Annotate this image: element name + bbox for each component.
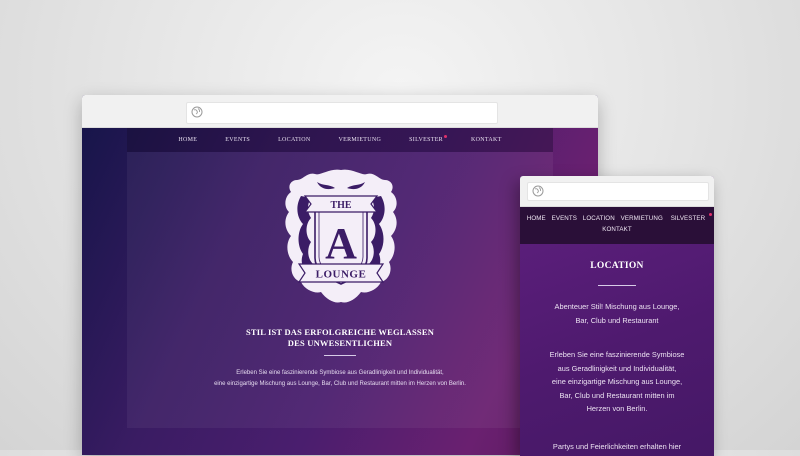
desktop-address-bar[interactable] xyxy=(186,102,498,124)
intro-line-1: Erleben Sie eine faszinierende Symbiose … xyxy=(236,370,444,376)
para2-line-1: Erleben Sie eine faszinierende Symbiose xyxy=(549,350,685,359)
mobile-paragraph-3: Partys und Feierlichkeiten erhalten hier xyxy=(534,440,700,454)
mobile-nav-item-vermietung[interactable]: VERMIETUNG xyxy=(621,215,663,222)
mobile-paragraph-2: Erleben Sie eine faszinierende Symbiose … xyxy=(534,348,700,416)
title-divider xyxy=(598,285,636,286)
mobile-nav-item-events[interactable]: EVENTS xyxy=(552,215,577,222)
globe-icon xyxy=(191,106,203,118)
intro-line-2: eine einzigartige Mischung aus Lounge, B… xyxy=(214,381,466,387)
mobile-nav-row-1: HOME EVENTS LOCATION VERMIETUNG SILVESTE… xyxy=(520,213,714,222)
logo-top-word: THE xyxy=(330,200,351,211)
mobile-main-nav: HOME EVENTS LOCATION VERMIETUNG SILVESTE… xyxy=(520,207,714,244)
crest-logo: THE A LOUNGE xyxy=(285,169,397,303)
tagline-divider xyxy=(324,355,356,356)
nav-item-vermietung[interactable]: VERMIETUNG xyxy=(338,137,381,143)
mobile-address-bar[interactable] xyxy=(527,182,709,201)
mobile-nav-item-kontakt[interactable]: KONTAKT xyxy=(602,226,631,233)
tagline-line-1: STIL IST DAS ERFOLGREICHE WEGLASSEN xyxy=(245,327,435,337)
mobile-page: LOCATION Abenteuer Stil! Mischung aus Lo… xyxy=(520,244,714,456)
hero-intro-text: Erleben Sie eine faszinierende Symbiose … xyxy=(172,368,508,390)
mobile-paragraph-1: Abenteuer Stil! Mischung aus Lounge, Bar… xyxy=(534,300,700,327)
para2-line-5: Herzen von Berlin. xyxy=(586,404,648,413)
mobile-browser-mockup: HOME EVENTS LOCATION VERMIETUNG SILVESTE… xyxy=(520,176,714,456)
desktop-browser-toolbar xyxy=(82,95,598,128)
nav-item-home[interactable]: HOME xyxy=(178,137,197,143)
nav-item-events[interactable]: EVENTS xyxy=(225,137,250,143)
para2-line-4: Bar, Club und Restaurant mitten im xyxy=(559,390,675,400)
mobile-nav-item-home[interactable]: HOME xyxy=(527,215,546,222)
nav-item-kontakt[interactable]: KONTAKT xyxy=(471,137,502,143)
logo-letter: A xyxy=(325,219,357,268)
hero-tagline: STIL IST DAS ERFOLGREICHE WEGLASSEN DES … xyxy=(182,327,498,349)
globe-icon xyxy=(532,185,544,197)
nav-item-silvester-label: SILVESTER xyxy=(409,137,443,143)
mobile-nav-row-2: KONTAKT xyxy=(520,226,714,233)
mobile-nav-item-location[interactable]: LOCATION xyxy=(583,215,615,222)
mobile-nav-item-silvester-label: SILVESTER xyxy=(670,215,706,222)
mobile-browser-toolbar xyxy=(520,176,714,207)
para2-line-3: eine einzigartige Mischung aus Lounge, xyxy=(551,377,683,386)
para3-line-1: Partys und Feierlichkeiten erhalten hier xyxy=(552,442,682,451)
new-indicator-dot xyxy=(709,213,713,216)
page-title: LOCATION xyxy=(590,261,644,271)
para1-line-1: Abenteuer Stil! Mischung aus Lounge, xyxy=(554,302,680,311)
logo-bottom-word: LOUNGE xyxy=(316,269,367,281)
new-indicator-dot xyxy=(443,135,447,138)
para1-line-2: Bar, Club und Restaurant xyxy=(575,315,659,325)
desktop-main-nav: HOME EVENTS LOCATION VERMIETUNG SILVESTE… xyxy=(127,128,553,152)
para2-line-2: aus Geradlinigkeit und Individualität, xyxy=(557,363,677,373)
mobile-nav-item-silvester[interactable]: SILVESTER xyxy=(669,213,713,222)
nav-item-silvester[interactable]: SILVESTER xyxy=(409,135,447,143)
nav-item-location[interactable]: LOCATION xyxy=(278,137,310,143)
tagline-line-2: DES UNWESENTLICHEN xyxy=(287,338,393,348)
